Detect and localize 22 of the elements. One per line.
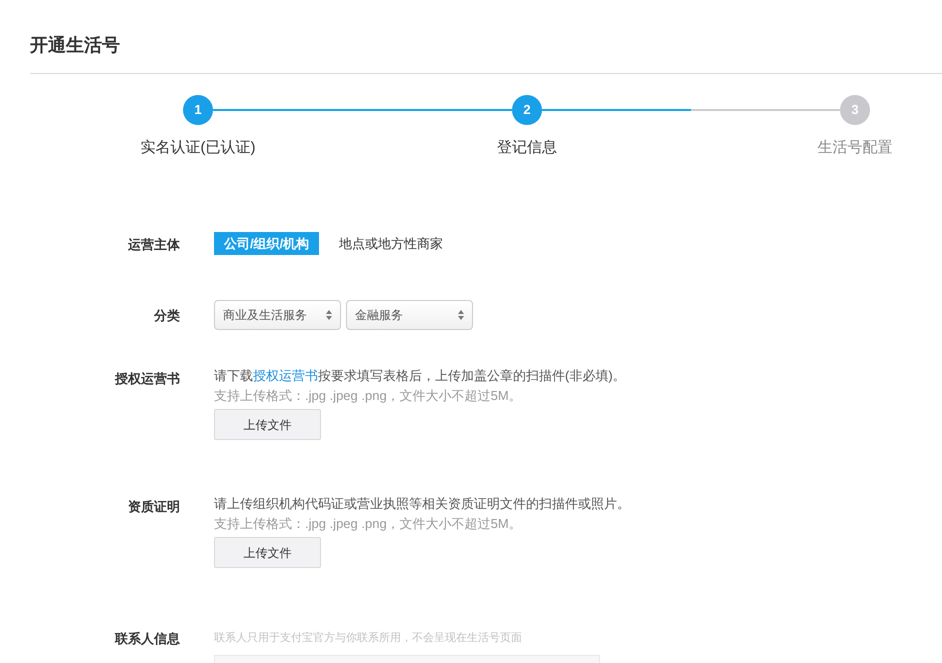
select-dropdown[interactable]: 金融服务: [346, 300, 473, 330]
instruction-text: 请上传组织机构代码证或营业执照等相关资质证明文件的扫描件或照片。: [214, 495, 630, 513]
step-label: 登记信息: [497, 138, 557, 158]
select-dropdown[interactable]: 商业及生活服务: [214, 300, 341, 330]
upload-button[interactable]: 上传文件: [214, 537, 321, 568]
page-title: 开通生活号: [30, 34, 121, 57]
field-label: 联系人信息: [114, 630, 180, 648]
field-label: 分类: [152, 307, 180, 325]
updown-arrows-icon: [458, 310, 464, 320]
field-label: 资质证明: [127, 498, 180, 516]
contact-note: 联系人只用于支付宝官方与你联系所用，不会呈现在生活号页面: [214, 630, 523, 646]
field-label: 授权运营书: [114, 370, 180, 388]
download-link[interactable]: 授权运营书: [253, 368, 318, 383]
upload-button[interactable]: 上传文件: [214, 409, 321, 440]
instruction-text: 请下载授权运营书按要求填写表格后，上传加盖公章的扫描件(非必填)。: [214, 367, 626, 385]
step-label: 实名认证(已认证): [140, 138, 256, 158]
step-label: 生活号配置: [818, 138, 892, 158]
updown-arrows-icon: [326, 310, 332, 320]
option-tab[interactable]: 地点或地方性商家: [339, 232, 444, 255]
format-hint: 支持上传格式：.jpg .jpeg .png，文件大小不超过5M。: [214, 515, 523, 533]
field-label: 运营主体: [127, 236, 180, 254]
format-hint: 支持上传格式：.jpg .jpeg .png，文件大小不超过5M。: [214, 387, 523, 405]
